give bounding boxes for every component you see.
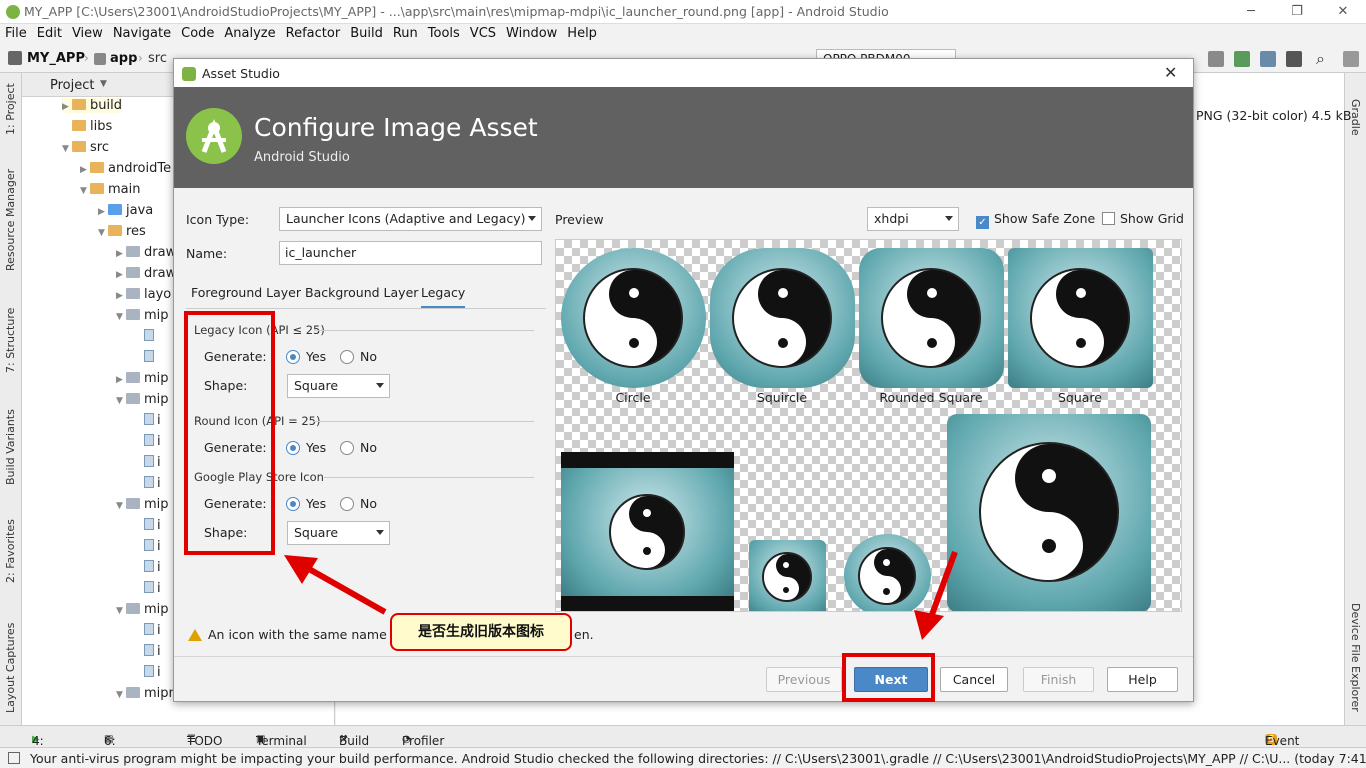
annotation-callout: 是否生成旧版本图标	[390, 613, 572, 651]
terminal-tab-label: Terminal	[256, 734, 307, 748]
status-toggle-icon[interactable]	[8, 752, 20, 764]
build-tab-label: Build	[339, 734, 370, 748]
status-message[interactable]: Your anti-virus program might be impacti…	[30, 751, 1366, 766]
annotation-arrows	[284, 550, 958, 640]
status-bar: Your anti-virus program might be impacti…	[0, 747, 1366, 768]
arrow-to-next-button-icon	[914, 550, 958, 640]
todo-tab-label: TODO	[187, 734, 223, 748]
bottom-tool-window-bar: ▶ 4: Run ▤ 6: Logcat ☰ TODO ▣ Terminal ⚒…	[0, 725, 1366, 762]
profiler-tab-label: Profiler	[402, 734, 445, 748]
arrow-to-legacy-box-icon	[284, 555, 387, 615]
